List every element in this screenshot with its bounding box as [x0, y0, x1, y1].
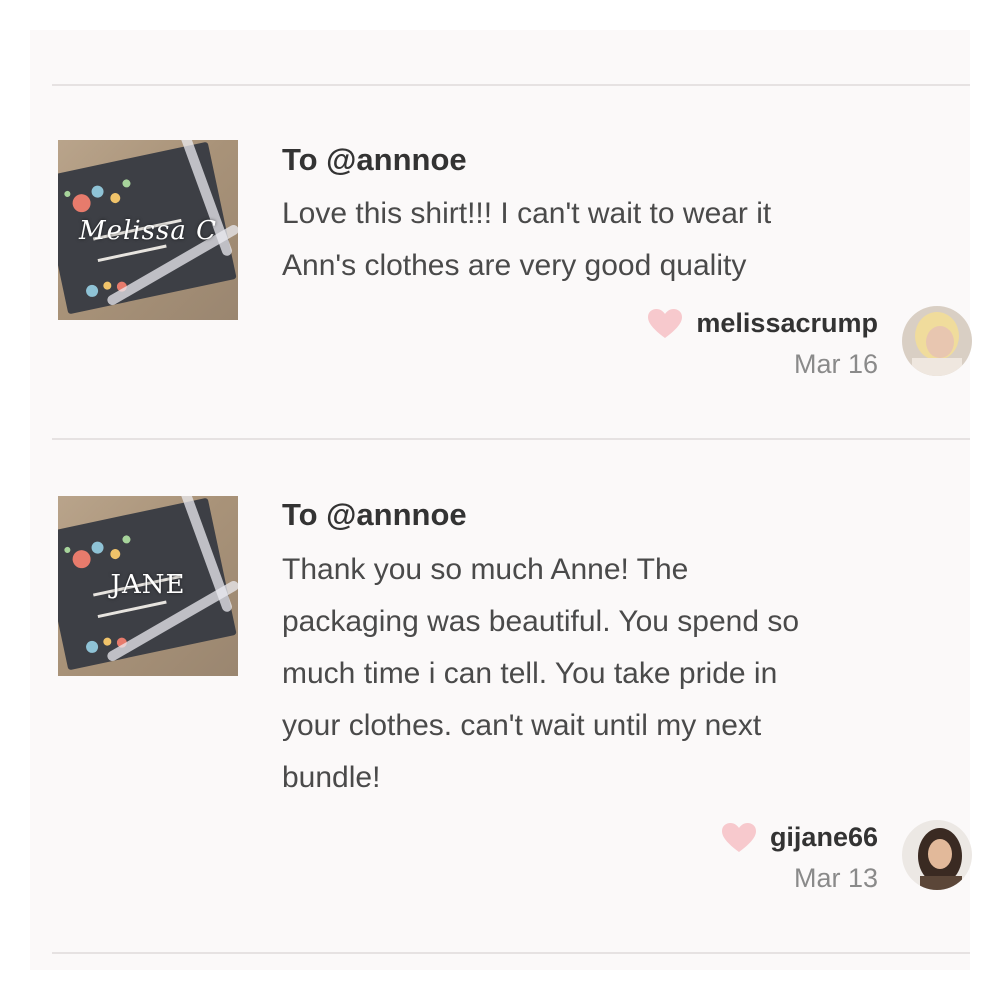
photo-caption: Melissa C: [79, 216, 217, 246]
review-text: Thank you so much Anne! The packaging wa…: [282, 544, 982, 804]
heart-icon[interactable]: [648, 308, 683, 339]
review-date: Mar 13: [793, 863, 878, 893]
divider: [52, 952, 970, 954]
review-recipient[interactable]: To @annnoe: [282, 142, 467, 178]
review-photo[interactable]: JANE: [58, 496, 238, 676]
review-text-line: Thank you so much Anne! The: [282, 553, 689, 586]
reviewer-avatar[interactable]: [902, 820, 972, 890]
review-text-line: packaging was beautiful. You spend so: [282, 605, 800, 638]
review-recipient[interactable]: To @annnoe: [282, 497, 467, 533]
review-text-line: much time i can tell. You take pride in: [282, 657, 778, 690]
reviewer-username[interactable]: gijane66: [770, 822, 878, 853]
review-text-line: your clothes. can't wait until my next: [282, 709, 762, 742]
card-line: [97, 600, 167, 619]
review-text-line: bundle!: [282, 761, 381, 794]
review-meta: gijane66 Mar 13: [721, 822, 878, 894]
review-date: Mar 16: [793, 349, 878, 379]
review-meta: melissacrump Mar 16: [648, 308, 878, 380]
reviewer-avatar[interactable]: [902, 306, 972, 376]
review-text-line: Love this shirt!!! I can't wait to wear …: [282, 197, 772, 230]
divider: [52, 84, 970, 86]
reviewer-username[interactable]: melissacrump: [696, 308, 878, 339]
review-text-line: Ann's clothes are very good quality: [282, 249, 747, 282]
heart-icon[interactable]: [721, 822, 756, 853]
divider: [52, 438, 970, 440]
review-text: Love this shirt!!! I can't wait to wear …: [282, 188, 982, 292]
photo-caption: JANE: [110, 570, 186, 600]
card-line: [97, 244, 167, 263]
review-photo[interactable]: Melissa C: [58, 140, 238, 320]
